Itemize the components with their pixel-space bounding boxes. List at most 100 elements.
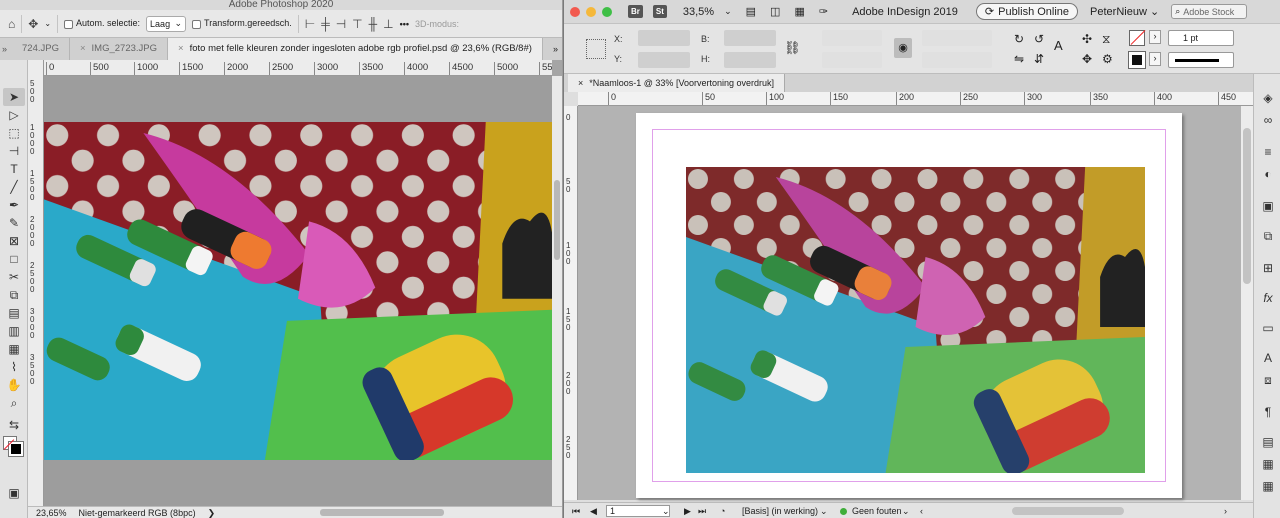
vertical-scrollbar[interactable] bbox=[552, 76, 562, 506]
placed-image-frame[interactable] bbox=[686, 167, 1145, 473]
move-tool-icon[interactable]: ➤ bbox=[3, 88, 25, 106]
transform-tool-icon[interactable]: ⧉ bbox=[3, 286, 25, 304]
gradient-icon[interactable]: ▭ bbox=[1260, 320, 1276, 336]
align-center-icon[interactable]: ╪ bbox=[321, 17, 330, 31]
proxy-lock-icon[interactable]: ◉ bbox=[894, 38, 912, 58]
reference-point-icon[interactable] bbox=[586, 39, 606, 59]
chevron-down-icon[interactable]: ⌄ bbox=[44, 19, 51, 28]
page-number-field[interactable]: 1 bbox=[606, 505, 670, 517]
bridge-button[interactable]: Br bbox=[628, 5, 643, 18]
previous-page-button[interactable]: ◀ bbox=[590, 503, 597, 518]
align-right-icon[interactable]: ⊣ bbox=[336, 17, 346, 31]
user-menu[interactable]: PeterNieuw ⌄ bbox=[1090, 5, 1159, 18]
vertical-scroll-thumb[interactable] bbox=[554, 180, 560, 260]
table-icon[interactable]: ▤ bbox=[1260, 434, 1276, 450]
arrange-documents-icon[interactable]: ▦ bbox=[794, 5, 804, 18]
pen-tool-icon[interactable]: ✒ bbox=[3, 196, 25, 214]
maximize-window-button[interactable] bbox=[602, 6, 612, 17]
tab-img-2723[interactable]: × IMG_2723.JPG bbox=[70, 38, 169, 60]
home-icon[interactable]: ⌂ bbox=[8, 17, 15, 31]
rectangle-tool-icon[interactable]: □ bbox=[3, 250, 25, 268]
rotate-cw-icon[interactable]: ↻ bbox=[1014, 32, 1024, 46]
eyedropper-tool-icon[interactable]: ⌇ bbox=[3, 358, 25, 376]
effects-icon[interactable]: fx bbox=[1260, 290, 1276, 306]
y-field[interactable] bbox=[638, 52, 690, 68]
horizontal-scroll-thumb[interactable] bbox=[1012, 507, 1124, 515]
rotation-field[interactable] bbox=[922, 30, 992, 46]
constrain-proportions-icon[interactable]: ⛓ bbox=[784, 40, 801, 56]
close-icon[interactable]: × bbox=[80, 43, 86, 54]
artboard-tool-icon[interactable]: ▷ bbox=[3, 106, 25, 124]
vertical-scroll-thumb[interactable] bbox=[1243, 128, 1251, 284]
cc-libraries-icon[interactable]: ▣ bbox=[1260, 198, 1276, 214]
scroll-right-button[interactable]: › bbox=[1224, 503, 1227, 518]
character-styles-icon[interactable]: A bbox=[1260, 350, 1276, 366]
view-options-icon[interactable]: ▤ bbox=[746, 5, 756, 18]
tab-active-document[interactable]: × foto met felle kleuren zonder ingeslote… bbox=[168, 38, 543, 60]
transform-checkbox[interactable]: Transform.gereedsch. bbox=[192, 18, 292, 29]
zoom-level[interactable]: 33,5% bbox=[683, 6, 714, 18]
gradient-tool-icon[interactable]: ▤ bbox=[3, 304, 25, 322]
scroll-left-button[interactable]: ‹ bbox=[920, 503, 923, 518]
publish-online-button[interactable]: ⟳ Publish Online bbox=[975, 3, 1079, 20]
align-left-icon[interactable]: ⊢ bbox=[305, 17, 315, 31]
preflight-status-icon[interactable]: ◔ bbox=[720, 503, 725, 518]
scissors-tool-icon[interactable]: ✂ bbox=[3, 268, 25, 286]
stroke-weight-field[interactable]: 1 pt bbox=[1168, 30, 1234, 46]
stroke-swatch[interactable] bbox=[1128, 51, 1146, 69]
align-top-icon[interactable]: ⊤ bbox=[352, 17, 362, 31]
align-icon[interactable]: ⊞ bbox=[1260, 260, 1276, 276]
next-page-button[interactable]: ▶ bbox=[684, 503, 691, 518]
hand-tool-icon[interactable]: ✋ bbox=[3, 376, 25, 394]
brush-tool-icon[interactable]: ✎ bbox=[3, 214, 25, 232]
table-styles-icon[interactable]: ▦ bbox=[1260, 478, 1276, 494]
horizontal-scroll-thumb[interactable] bbox=[320, 509, 444, 516]
flip-vertical-icon[interactable]: ⇵ bbox=[1034, 52, 1044, 66]
zoom-level[interactable]: 23,65% bbox=[36, 507, 67, 518]
swatches-icon[interactable]: ◐ bbox=[1260, 166, 1276, 182]
layer-select[interactable]: Laag ⌄ bbox=[146, 15, 187, 32]
gradient-feather-icon[interactable]: ▥ bbox=[3, 322, 25, 340]
preflight-status[interactable]: Geen fouten bbox=[852, 503, 902, 518]
chevron-down-icon[interactable]: ⌄ bbox=[662, 503, 670, 518]
marquee-tool-icon[interactable]: ⬚ bbox=[3, 124, 25, 142]
normal-mode-icon[interactable]: ▣ bbox=[3, 484, 25, 502]
scale-y-field[interactable] bbox=[822, 52, 882, 68]
fill-menu-arrow[interactable]: › bbox=[1149, 30, 1161, 44]
auto-select-checkbox[interactable]: Autom. selectie: bbox=[64, 18, 140, 29]
paragraph-styles-icon[interactable]: ⧈ bbox=[1260, 372, 1276, 388]
status-menu-arrow[interactable]: ❯ bbox=[208, 507, 216, 518]
stroke-menu-arrow[interactable]: › bbox=[1149, 52, 1161, 66]
type-on-path-icon[interactable]: A bbox=[1054, 38, 1063, 53]
stock-search-field[interactable]: ⌕ Adobe Stock bbox=[1171, 4, 1248, 19]
type-tool-icon[interactable]: T bbox=[3, 160, 25, 178]
select-content-icon[interactable]: ⧖ bbox=[1102, 32, 1110, 47]
links-icon[interactable]: ∞ bbox=[1260, 112, 1276, 128]
scale-x-field[interactable] bbox=[822, 30, 882, 46]
panel-collapse-icon[interactable]: » bbox=[0, 44, 12, 60]
paragraph-icon[interactable]: ¶ bbox=[1260, 404, 1276, 420]
first-page-button[interactable]: ⏮ bbox=[572, 503, 580, 518]
select-previous-icon[interactable]: ✥ bbox=[1082, 52, 1092, 66]
stroke-swatch[interactable] bbox=[8, 441, 24, 457]
align-middle-icon[interactable]: ╫ bbox=[369, 17, 378, 31]
select-next-icon[interactable]: ⚙ bbox=[1102, 52, 1113, 66]
swap-colors-icon[interactable]: ⇆ bbox=[3, 416, 25, 434]
line-tool-icon[interactable]: ╱ bbox=[3, 178, 25, 196]
width-field[interactable] bbox=[724, 30, 776, 46]
pages-icon[interactable]: ◈ bbox=[1260, 90, 1276, 106]
frame-tool-icon[interactable]: ⊠ bbox=[3, 232, 25, 250]
zoom-tool-icon[interactable]: ⌕ bbox=[3, 394, 25, 412]
stroke-icon[interactable]: ≡ bbox=[1260, 144, 1276, 160]
stroke-type-select[interactable] bbox=[1168, 52, 1234, 68]
last-page-button[interactable]: ⏭ bbox=[698, 503, 706, 518]
select-container-icon[interactable]: ✣ bbox=[1082, 32, 1092, 46]
tab-724-jpg[interactable]: 724.JPG bbox=[12, 38, 70, 60]
x-field[interactable] bbox=[638, 30, 690, 46]
photoshop-canvas[interactable] bbox=[44, 76, 552, 506]
chevron-down-icon[interactable]: ⌄ bbox=[820, 503, 828, 518]
feather-icon[interactable]: ✑ bbox=[819, 5, 828, 18]
stock-button[interactable]: St bbox=[652, 5, 667, 18]
more-options-icon[interactable]: ••• bbox=[400, 19, 409, 29]
shear-field[interactable] bbox=[922, 52, 992, 68]
